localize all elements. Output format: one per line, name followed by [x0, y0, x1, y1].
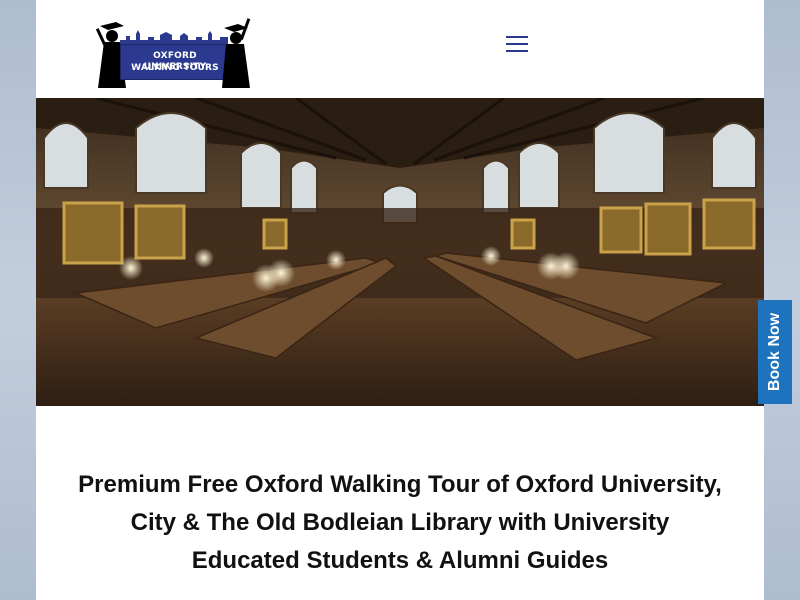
page-container: OXFORD UNIVERSITY WALKING TOURS Premium …	[36, 0, 764, 600]
hero-image	[36, 98, 764, 406]
site-logo[interactable]: OXFORD UNIVERSITY WALKING TOURS	[94, 16, 252, 88]
menu-bar	[506, 50, 528, 52]
book-now-label: Book Now	[766, 312, 783, 392]
menu-bar	[506, 43, 528, 45]
logo-line-2: WALKING TOURS	[131, 63, 219, 73]
book-now-button[interactable]: Book Now	[758, 300, 792, 404]
hamburger-menu-icon[interactable]	[506, 36, 528, 54]
great-hall-photo	[36, 98, 764, 406]
menu-bar	[506, 36, 528, 38]
graduate-right-icon	[222, 18, 251, 88]
page-headline: Premium Free Oxford Walking Tour of Oxfo…	[78, 471, 722, 574]
